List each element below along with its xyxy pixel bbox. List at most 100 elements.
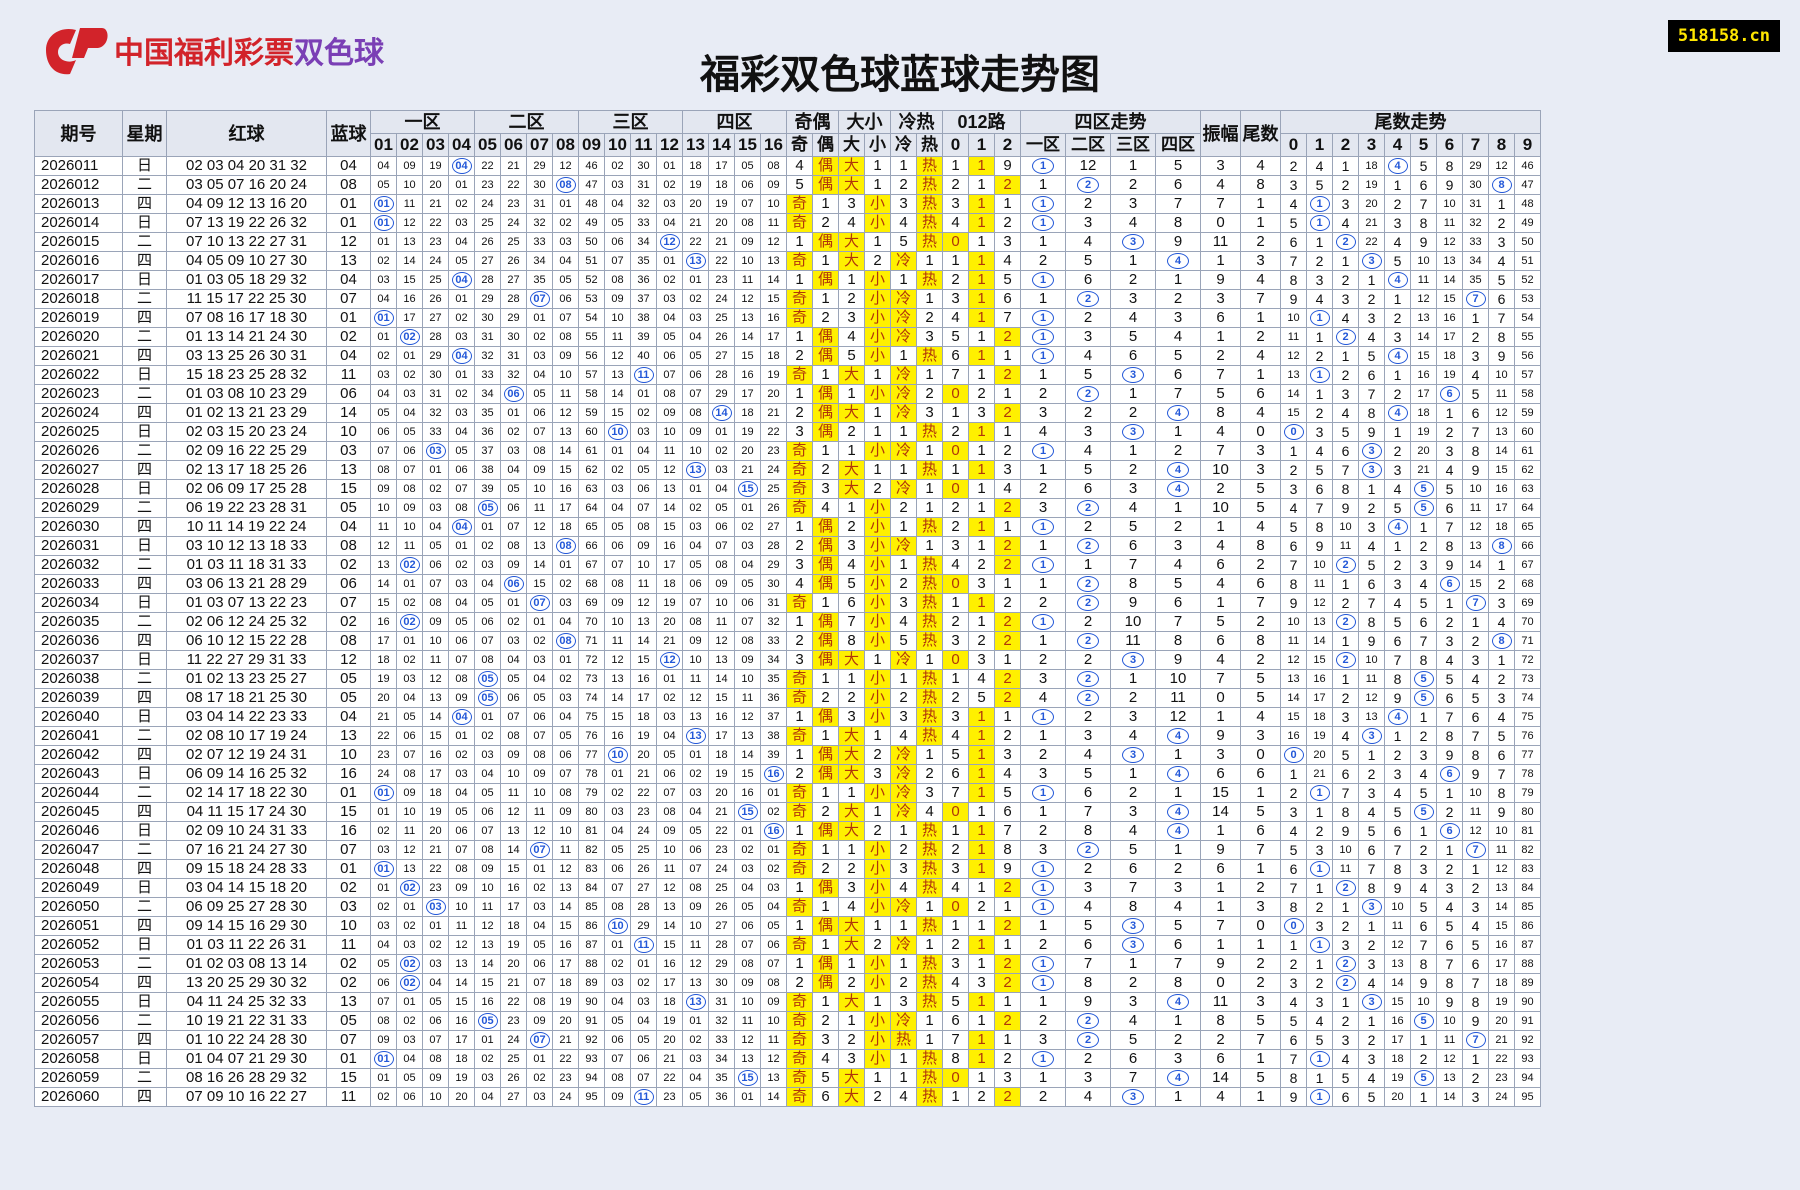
header-tail-sub-6: 6	[1436, 133, 1463, 157]
zone-num-08: 12	[552, 156, 579, 176]
tail-trend-7: 11	[1462, 802, 1489, 822]
parity-0: 4	[786, 156, 813, 176]
header-num-15: 15	[734, 133, 761, 157]
road-0: 1	[942, 156, 969, 176]
red-balls-cell: 03 13 25 26 30 31	[166, 346, 327, 366]
tail-trend-8: 16	[1488, 935, 1515, 955]
zone-num-11: 04	[630, 441, 657, 461]
zone-num-10: 07	[604, 878, 631, 898]
zone-num-13: 13	[682, 251, 709, 271]
zone-num-07: 09	[526, 764, 553, 784]
road-0: 0	[942, 897, 969, 917]
hit-circle: 01	[373, 1051, 394, 1067]
tail-trend-8: 7	[1488, 764, 1515, 784]
zone-num-06: 07	[500, 517, 527, 537]
zone-num-09: 52	[578, 270, 605, 290]
zone-trend-0: 1	[1020, 175, 1066, 195]
week-cell: 四	[122, 517, 167, 537]
hit-circle: 1	[1032, 329, 1054, 345]
zone-trend-2: 3	[1110, 802, 1156, 822]
zone-num-02: 05	[396, 1068, 423, 1088]
zone-num-13: 04	[682, 802, 709, 822]
zone-num-06: 23	[500, 1011, 527, 1031]
amplitude-cell: 11	[1200, 232, 1241, 252]
hit-circle: 6	[1439, 766, 1460, 782]
temp-1: 热	[916, 916, 943, 936]
zone-num-04: 07	[448, 479, 475, 499]
zone-num-13: 13	[682, 992, 709, 1012]
tail-cell: 5	[1240, 1068, 1281, 1088]
tail-trend-0: 8	[1280, 270, 1307, 290]
size-0: 大	[838, 916, 865, 936]
road-0: 8	[942, 1049, 969, 1069]
hit-circle: 3	[1122, 367, 1144, 383]
zone-num-10: 03	[604, 479, 631, 499]
zone-num-05: 30	[474, 308, 501, 328]
road-1: 2	[968, 631, 995, 651]
hit-circle: 13	[685, 462, 706, 478]
table-row: 2026057 四 01 10 22 24 28 30 07 09 03 07 17 01 24 0…	[34, 1030, 1541, 1050]
size-1: 小	[864, 593, 891, 613]
zone-num-11: 35	[630, 251, 657, 271]
hit-circle: 16	[763, 823, 784, 839]
zone-num-06: 11	[500, 783, 527, 803]
zone-num-11: 01	[630, 384, 657, 404]
temp-0: 2	[890, 574, 917, 594]
zone-num-16: 01	[760, 783, 787, 803]
tail-trend-5: 1	[1410, 1030, 1437, 1050]
hit-circle: 0	[1283, 918, 1304, 934]
size-0: 大	[838, 460, 865, 480]
zone-num-01: 04	[370, 289, 397, 309]
tail-trend-2: 2	[1332, 232, 1359, 252]
hit-circle: 07	[529, 595, 550, 611]
zone-num-03: 07	[422, 574, 449, 594]
parity-0: 奇	[786, 669, 813, 689]
table-row: 2026041 二 02 08 10 17 19 24 13 22 06 15 01 02 08 0…	[34, 726, 1541, 746]
amplitude-cell: 1	[1200, 821, 1241, 841]
temp-0: 1	[890, 346, 917, 366]
zone-num-16: 17	[760, 327, 787, 347]
zone-num-15: 15	[734, 802, 761, 822]
size-0: 2	[838, 859, 865, 879]
zone-num-11: 14	[630, 631, 657, 651]
tail-cell: 6	[1240, 764, 1281, 784]
issue-cell: 2026029	[34, 498, 123, 518]
tail-trend-2: 10	[1332, 517, 1359, 537]
tail-trend-9: 56	[1514, 346, 1541, 366]
issue-cell: 2026026	[34, 441, 123, 461]
amplitude-cell: 9	[1200, 954, 1241, 974]
temp-1: 1	[916, 441, 943, 461]
zone-num-06: 07	[500, 707, 527, 727]
tail-trend-3: 3	[1358, 954, 1385, 974]
road-2: 2	[994, 973, 1021, 993]
tail-trend-2: 8	[1332, 479, 1359, 499]
tail-trend-6: 1	[1436, 840, 1463, 860]
tail-trend-6: 3	[1436, 631, 1463, 651]
size-0: 1	[838, 384, 865, 404]
zone-num-08: 04	[552, 251, 579, 271]
road-0: 0	[942, 1068, 969, 1088]
hit-circle: 2	[1077, 1013, 1099, 1029]
road-0: 2	[942, 422, 969, 442]
zone-trend-2: 1	[1110, 669, 1156, 689]
zone-trend-3: 4	[1155, 726, 1201, 746]
zone-trend-1: 2	[1065, 175, 1111, 195]
road-0: 6	[942, 764, 969, 784]
tail-trend-7: 8	[1462, 992, 1489, 1012]
road-1: 1	[968, 346, 995, 366]
red-balls-cell: 02 13 17 18 25 26	[166, 460, 327, 480]
zone-trend-3: 5	[1155, 574, 1201, 594]
tail-trend-4: 6	[1384, 821, 1411, 841]
zone-num-10: 05	[604, 517, 631, 537]
zone-num-01: 22	[370, 726, 397, 746]
zone-num-06: 17	[500, 897, 527, 917]
zone-num-03: 03	[422, 441, 449, 461]
week-cell: 四	[122, 574, 167, 594]
parity-1: 1	[812, 935, 839, 955]
zone-num-05: 37	[474, 441, 501, 461]
tail-trend-3: 9	[1358, 422, 1385, 442]
zone-num-07: 12	[526, 517, 553, 537]
tail-trend-2: 4	[1332, 308, 1359, 328]
zone-num-11: 07	[630, 498, 657, 518]
zone-num-01: 24	[370, 764, 397, 784]
